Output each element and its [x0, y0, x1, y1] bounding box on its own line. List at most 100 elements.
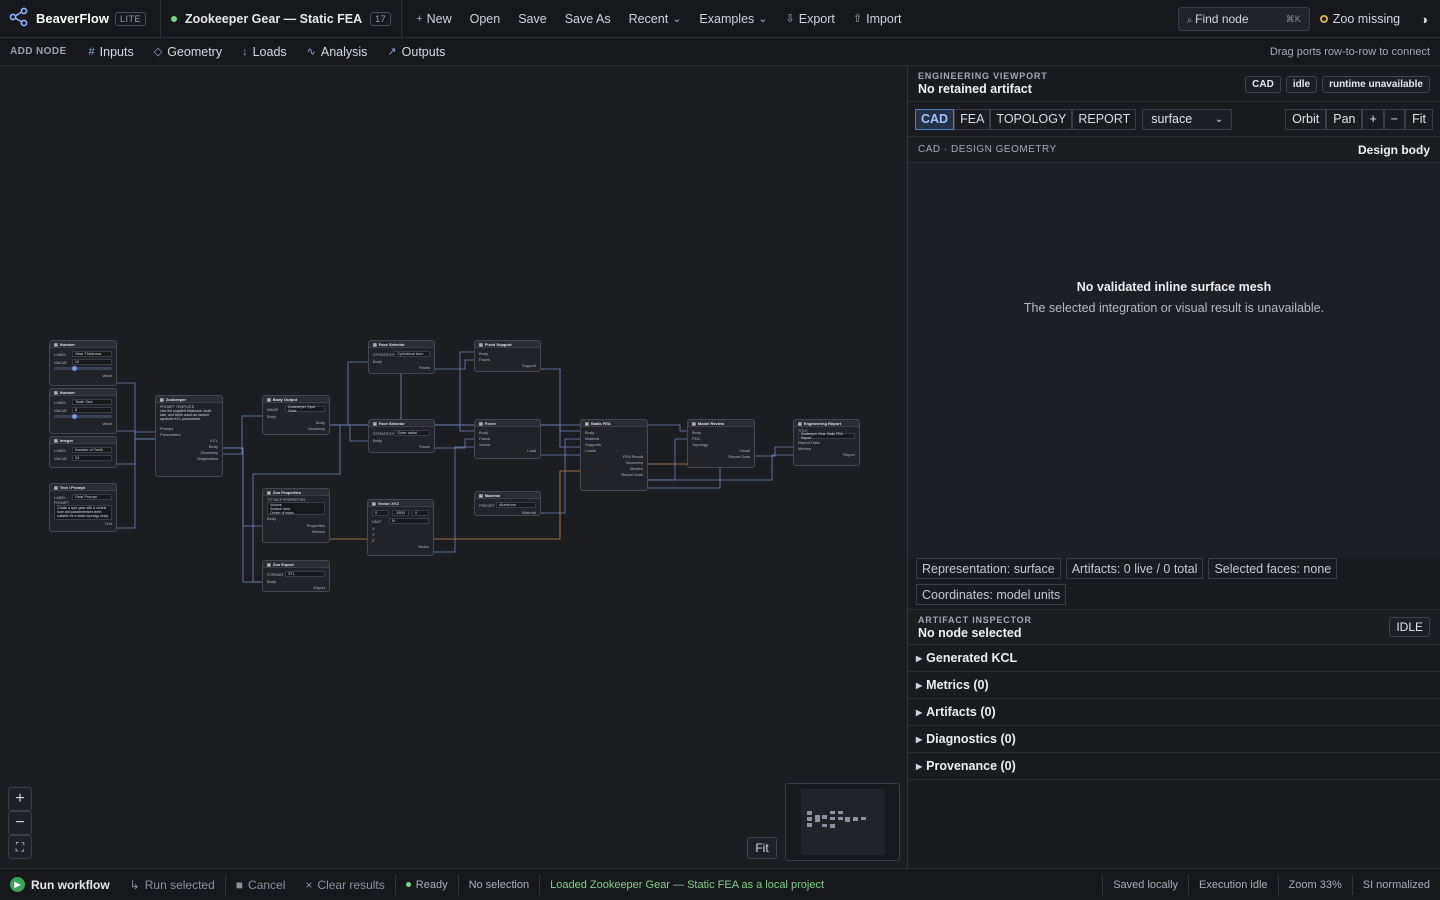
zoo-export-node[interactable]: ▤ Zoo Export FORMAT STL Body Export [262, 560, 330, 592]
value-field[interactable]: 24 [72, 455, 112, 461]
zoom-out-button[interactable]: − [1383, 108, 1406, 130]
new-button[interactable]: + New [408, 8, 459, 30]
minimap[interactable] [785, 783, 900, 861]
open-button[interactable]: Open [462, 8, 509, 30]
label-field[interactable]: Gear Thickness [72, 351, 112, 357]
label-field[interactable]: Tooth Size [72, 399, 112, 405]
clear-results-button[interactable]: × Clear results [295, 869, 394, 900]
z-field[interactable]: 0 [412, 510, 429, 516]
accordion-diagnostics[interactable]: ▶ Diagnostics (0) [908, 726, 1440, 753]
tab-report[interactable]: REPORT [1072, 108, 1137, 130]
export-button[interactable]: ⇩ Export [778, 8, 843, 30]
representation-select[interactable]: surface ⌄ [1142, 108, 1233, 130]
value-field[interactable]: 8 [72, 407, 112, 413]
y-field[interactable]: -1500 [392, 510, 409, 516]
category-geometry[interactable]: ◇ Geometry [144, 45, 232, 59]
orbit-button[interactable]: Orbit [1285, 108, 1327, 130]
minimap-viewport[interactable] [801, 789, 885, 855]
save-as-label: Save As [564, 11, 611, 26]
find-node-button[interactable]: ⌕ Find node ⌘K [1177, 7, 1310, 31]
engineering-report-node[interactable]: ▤ Engineering Report TITLE Zookeeper Gear… [793, 419, 860, 466]
accordion-label: Provenance (0) [926, 759, 1016, 773]
run-label: Run workflow [31, 877, 110, 892]
zookeeper-node[interactable]: ▤ Zookeeper PROMPT TEMPLATE Use the suppl… [155, 395, 223, 477]
strategy-select[interactable]: Outer radial [394, 430, 430, 436]
import-button[interactable]: ⇧ Import [845, 8, 910, 30]
save-button[interactable]: Save [510, 8, 555, 30]
accordion-artifacts[interactable]: ▶ Artifacts (0) [908, 699, 1440, 726]
top-bar: BeaverFlow LITE Zookeeper Gear — Static … [0, 0, 1440, 38]
recent-menu[interactable]: Recent ⌄ [621, 8, 690, 30]
run-workflow-button[interactable]: ▶ Run workflow [0, 877, 120, 892]
arrow-up-right-icon: ↗ [387, 46, 397, 58]
zoo-status[interactable]: Zoo missing [1319, 12, 1400, 26]
zoom-in-button[interactable]: + [8, 787, 32, 811]
fit-button[interactable]: Fit [1405, 108, 1433, 130]
report-title-field[interactable]: Zookeeper Gear Static FEA Report [798, 432, 855, 440]
vector-xyz-node[interactable]: ▤ Vector XYZ 0 -1500 0 UNIT N X Y Z Vector [367, 499, 434, 556]
face-selector-node[interactable]: ▤ Face Selector STRATEGY Cylindrical bore … [368, 340, 435, 374]
pan-button[interactable]: Pan [1326, 108, 1363, 130]
accordion-generated-kcl[interactable]: ▶ Generated KCL [908, 645, 1440, 672]
examples-menu[interactable]: Examples ⌄ [691, 8, 775, 30]
zoo-properties-node[interactable]: ▤ Zoo Properties TO FACE PROPERTIES Volum… [262, 488, 330, 543]
integer-node[interactable]: ▤ Integer LABEL Number of Teeth VALUE 24 [49, 436, 117, 468]
format-select[interactable]: STL [285, 571, 325, 577]
category-analysis[interactable]: ∿ Analysis [297, 45, 378, 59]
property-option[interactable]: Center of mass [270, 511, 294, 515]
project-selector[interactable]: Zookeeper Gear — Static FEA 17 [161, 0, 403, 37]
model-review-node[interactable]: ▤ Model Review Body FEA Topology Visual R… [687, 419, 755, 468]
value-field[interactable]: 12 [72, 359, 112, 365]
accordion-metrics[interactable]: ▶ Metrics (0) [908, 672, 1440, 699]
x-field[interactable]: 0 [372, 510, 389, 516]
brand[interactable]: BeaverFlow LITE [0, 0, 161, 37]
input-port-label: FEA [692, 435, 700, 441]
theme-toggle-icon[interactable]: ◑ [1420, 12, 1428, 27]
prompt-textarea[interactable]: Create a spur gear with a central bore a… [54, 505, 112, 520]
text-prompt-node[interactable]: ▤ Text / Prompt LABEL Gear Prompt PROMPT C… [49, 483, 117, 532]
name-field[interactable]: Zookeeper Spur Gear [285, 405, 325, 413]
number-node[interactable]: ▤ Number LABEL Gear Thickness VALUE 12 Valu… [49, 340, 117, 386]
cad-viewport[interactable]: No validated inline surface mesh The sel… [908, 163, 1440, 558]
label-field[interactable]: Number of Teeth [72, 447, 112, 453]
tab-topology[interactable]: TOPOLOGY [990, 108, 1073, 130]
tab-fea[interactable]: FEA [954, 108, 991, 130]
fit-button[interactable]: Fit [747, 837, 777, 859]
run-selected-button[interactable]: ↳ Run selected [120, 869, 225, 900]
save-as-button[interactable]: Save As [557, 8, 619, 30]
slider-handle[interactable] [72, 414, 77, 419]
output-port-label: Body [208, 443, 218, 449]
preset-select[interactable]: Aluminum [496, 502, 536, 508]
input-port-label: Report Data [798, 439, 820, 445]
wire [117, 431, 155, 529]
properties-list[interactable]: Volume Surface area Center of mass [267, 502, 325, 515]
tab-cad[interactable]: CAD [915, 108, 955, 130]
zoom-out-button[interactable]: − [8, 811, 32, 835]
body-output-node[interactable]: ▤ Body Output NAME Zookeeper Spur Gear Bod… [262, 395, 330, 435]
category-outputs[interactable]: ↗ Outputs [377, 45, 455, 59]
number-node[interactable]: ▤ Number LABEL Tooth Size VALUE 8 Value [49, 388, 117, 434]
status-bar: ▶ Run workflow ↳ Run selected ■ Cancel × Cle… [0, 868, 1440, 900]
force-node[interactable]: ▤ Force Body Faces Vector Load [474, 419, 541, 459]
node-canvas[interactable]: ▤ Number LABEL Gear Thickness VALUE 12 Valu… [0, 66, 906, 868]
static-fea-node[interactable]: ▤ Static FEA Body Material Supports Loads… [580, 419, 648, 491]
zoom-in-button[interactable]: + [1362, 108, 1384, 130]
category-inputs[interactable]: # Inputs [79, 45, 144, 59]
fixed-support-node[interactable]: ▤ Fixed Support Body Faces Support [474, 340, 541, 372]
material-node[interactable]: ▤ Material PRESET Aluminum Material [474, 491, 541, 516]
label-field[interactable]: Gear Prompt [72, 494, 112, 500]
value-slider[interactable] [54, 414, 112, 419]
category-loads[interactable]: ↓ Loads [232, 45, 297, 59]
unit-select[interactable]: N [389, 518, 429, 524]
wire [434, 446, 475, 553]
fit-view-button[interactable]: ⛶ [8, 835, 32, 859]
strategy-select[interactable]: Cylindrical bore [394, 351, 430, 357]
input-port-label: Body [479, 429, 489, 435]
face-selector-node[interactable]: ▤ Face Selector STRATEGY Outer radial Body… [368, 419, 435, 453]
accordion-provenance[interactable]: ▶ Provenance (0) [908, 753, 1440, 780]
stop-icon: ■ [235, 877, 244, 892]
value-slider[interactable] [54, 366, 112, 371]
slider-handle[interactable] [72, 366, 77, 371]
field-key: VALUE [54, 455, 67, 461]
cancel-button[interactable]: ■ Cancel [226, 869, 296, 900]
